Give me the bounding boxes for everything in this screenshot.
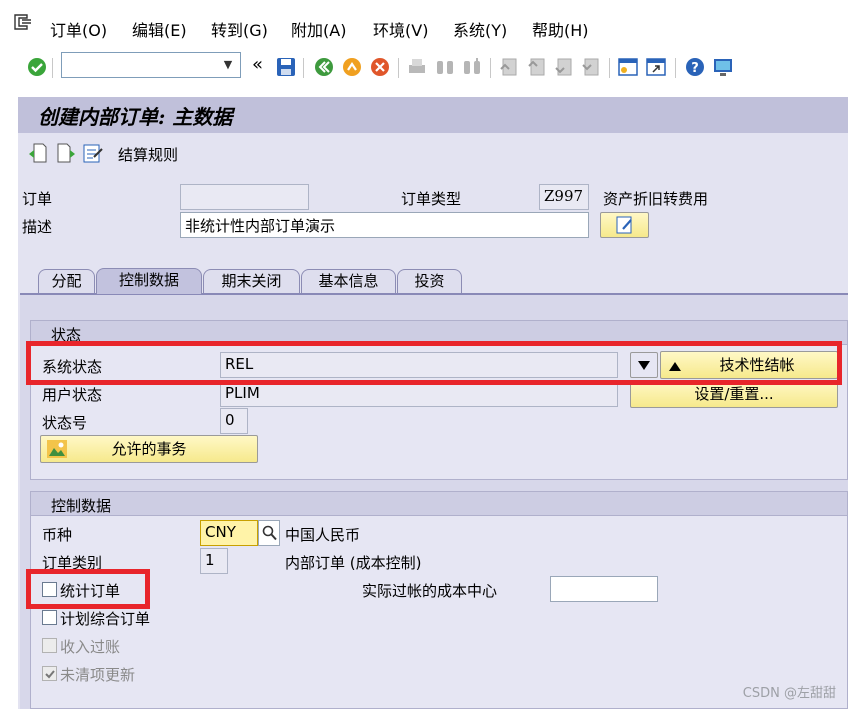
commitment-update-label: 未清项更新 — [60, 666, 136, 684]
order-category-field: 1 — [200, 548, 228, 574]
control-data-group-title: 控制数据 — [31, 492, 847, 516]
currency-search-help[interactable] — [258, 520, 280, 546]
menu-extras[interactable]: 附加(A) — [291, 17, 346, 41]
plan-integrated-order-label: 计划综合订单 — [60, 610, 151, 628]
menu-help[interactable]: 帮助(H) — [532, 17, 589, 41]
new-session-icon[interactable] — [617, 56, 639, 78]
exit-icon[interactable] — [341, 56, 363, 78]
order-category-description: 内部订单 (成本控制) — [285, 554, 422, 572]
menu-bar: 订单(O) 编辑(E) 转到(G) 附加(A) 环境(V) 系统(Y) 帮助(H… — [0, 0, 848, 48]
toolbar-separator — [398, 58, 399, 78]
back-icon[interactable] — [313, 56, 335, 78]
next-screen-icon[interactable] — [56, 143, 76, 163]
tab-general-data[interactable]: 基本信息 — [301, 269, 396, 293]
toolbar-separator — [609, 58, 610, 78]
menu-environment[interactable]: 环境(V) — [373, 17, 428, 41]
watermark: CSDN @左甜甜 — [742, 686, 836, 701]
order-label: 订单 — [22, 190, 53, 208]
first-page-icon — [500, 58, 517, 76]
description-input[interactable]: 非统计性内部订单演示 — [180, 212, 589, 238]
edit-settlement-icon[interactable] — [82, 142, 104, 164]
settlement-rule-button[interactable]: 结算规则 — [118, 144, 178, 165]
highlight-statistical-order — [26, 569, 150, 609]
order-type-description: 资产折旧转费用 — [603, 190, 709, 208]
actual-posted-cost-center-label: 实际过帐的成本中心 — [362, 582, 498, 600]
tab-control-data[interactable]: 控制数据 — [96, 268, 202, 294]
find-icon — [437, 61, 453, 74]
toolbar-separator — [303, 58, 304, 78]
user-status-label: 用户状态 — [42, 386, 103, 404]
currency-input[interactable]: CNY — [200, 520, 258, 546]
plan-integrated-order-checkbox[interactable] — [42, 610, 57, 625]
status-number-field: 0 — [220, 408, 248, 434]
revenue-postings-checkbox — [42, 638, 57, 653]
edit-text-icon — [616, 216, 632, 234]
create-shortcut-icon[interactable] — [645, 56, 667, 78]
previous-screen-icon[interactable] — [28, 143, 48, 163]
command-field[interactable] — [61, 52, 241, 78]
menu-system[interactable]: 系统(Y) — [453, 17, 507, 41]
highlight-system-status — [26, 341, 842, 385]
transactions-icon — [47, 440, 67, 458]
tab-period-end-closing[interactable]: 期末关闭 — [203, 269, 300, 293]
search-icon — [262, 525, 277, 541]
allowed-transactions-button[interactable]: 允许的事务 — [40, 435, 258, 463]
description-label: 描述 — [22, 218, 53, 236]
customize-layout-icon[interactable] — [712, 56, 734, 78]
checkmark-icon — [45, 670, 55, 679]
commitment-update-checkbox — [42, 666, 57, 681]
svg-text:?: ? — [691, 61, 699, 76]
command-dropdown-icon[interactable]: ▼ — [217, 54, 239, 76]
allowed-transactions-label: 允许的事务 — [111, 440, 187, 458]
tab-assignments[interactable]: 分配 — [38, 269, 95, 293]
menu-goto[interactable]: 转到(G) — [211, 17, 268, 41]
collapse-command-field[interactable]: « — [252, 54, 263, 75]
actual-posted-cost-center-input[interactable] — [550, 576, 658, 602]
toolbar-separator — [490, 58, 491, 78]
order-field — [180, 184, 309, 210]
long-text-button[interactable] — [600, 212, 649, 238]
enter-check-icon[interactable] — [26, 56, 48, 78]
last-page-icon — [582, 58, 599, 76]
application-toolbar: 结算规则 — [18, 137, 848, 169]
currency-description: 中国人民币 — [285, 526, 361, 544]
toolbar-separator — [675, 58, 676, 78]
tab-investments[interactable]: 投资 — [397, 269, 462, 293]
system-menu-icon[interactable] — [14, 14, 32, 30]
screen-title: 创建内部订单: 主数据 — [38, 105, 233, 129]
status-number-label: 状态号 — [42, 414, 88, 432]
order-type-label: 订单类型 — [401, 190, 462, 208]
save-icon[interactable] — [275, 56, 297, 78]
cancel-icon[interactable] — [369, 56, 391, 78]
help-icon[interactable]: ? — [684, 56, 706, 78]
currency-label: 币种 — [42, 526, 73, 544]
order-type-field: Z997 — [539, 184, 589, 210]
print-icon — [409, 59, 425, 73]
revenue-postings-label: 收入过账 — [60, 638, 121, 656]
toolbar-separator — [52, 58, 53, 78]
next-page-icon — [555, 58, 572, 76]
menu-edit[interactable]: 编辑(E) — [132, 17, 187, 41]
find-next-icon — [464, 58, 480, 74]
previous-page-icon — [528, 58, 545, 76]
menu-order[interactable]: 订单(O) — [50, 17, 107, 41]
